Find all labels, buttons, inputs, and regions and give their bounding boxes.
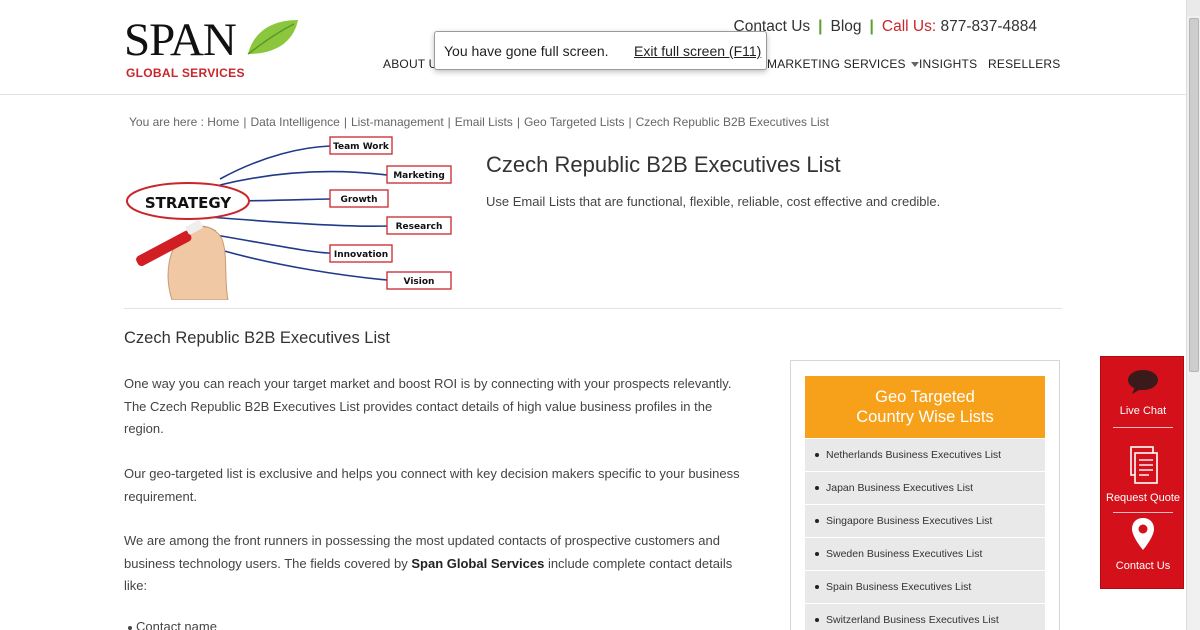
fullscreen-notification: You have gone full screen. Exit full scr… — [434, 31, 767, 70]
logo-wordmark: SPAN — [124, 14, 237, 66]
breadcrumb: You are here : Home | Data Intelligence | Li… — [129, 115, 830, 129]
blog-link[interactable]: Blog — [831, 18, 862, 35]
breadcrumb-data-intelligence[interactable]: Data Intelligence — [250, 115, 339, 129]
list-item-switzerland[interactable]: Switzerland Business Executives List — [805, 604, 1045, 630]
live-chat-label: Live Chat — [1119, 405, 1167, 417]
country-list: Netherlands Business Executives List Jap… — [805, 439, 1045, 630]
divider — [1113, 512, 1173, 513]
contact-us-button[interactable]: Contact Us — [1101, 517, 1185, 572]
geo-targeted-widget: Geo Targeted Country Wise Lists Netherla… — [790, 360, 1060, 630]
chevron-down-icon — [910, 62, 919, 68]
request-quote-button[interactable]: Request Quote — [1101, 445, 1185, 504]
company-name: Span Global Services — [411, 555, 545, 571]
breadcrumb-email-lists[interactable]: Email Lists — [455, 115, 513, 129]
label-innovation: Innovation — [334, 250, 388, 260]
page-title: Czech Republic B2B Executives List — [486, 152, 841, 177]
label-vision: Vision — [404, 277, 435, 287]
scroll-up-arrow-icon[interactable] — [1187, 0, 1200, 16]
breadcrumb-geo-targeted-lists[interactable]: Geo Targeted Lists — [524, 115, 625, 129]
paragraph-intro: One way you can reach your target market… — [124, 376, 732, 436]
phone-number[interactable]: 877-837-4884 — [940, 18, 1037, 35]
call-us-label: Call Us: — [881, 18, 937, 35]
document-icon — [1130, 446, 1158, 484]
widget-title-line2: Country Wise Lists — [856, 408, 994, 426]
content-heading: Czech Republic B2B Executives List — [124, 329, 390, 347]
nav-marketing-services[interactable]: MARKETING SERVICES — [767, 57, 919, 71]
paragraph-geo-targeted: Our geo-targeted list is exclusive and h… — [124, 466, 740, 504]
breadcrumb-current: Czech Republic B2B Executives List — [635, 115, 830, 129]
divider — [124, 308, 1062, 309]
leaf-icon — [247, 20, 298, 55]
logo-subtitle: GLOBAL SERVICES — [126, 66, 245, 80]
scrollbar-thumb[interactable] — [1189, 18, 1199, 372]
list-item-japan[interactable]: Japan Business Executives List — [805, 472, 1045, 505]
exit-fullscreen-link[interactable]: Exit full screen (F11) — [634, 43, 761, 59]
strategy-illustration: STRATEGY Team Work Marketing Growth Rese… — [126, 136, 452, 300]
top-links: Contact Us | Blog | Call Us: 877-837-4884 — [734, 18, 1038, 36]
breadcrumb-prefix: You are here : — [129, 115, 204, 129]
live-chat-button[interactable]: Live Chat — [1101, 369, 1185, 417]
label-marketing: Marketing — [393, 171, 445, 181]
chat-bubble-icon — [1128, 370, 1158, 394]
divider — [1113, 427, 1173, 428]
nav-marketing-label: MARKETING SERVICES — [767, 57, 906, 71]
breadcrumb-home[interactable]: Home — [207, 115, 239, 129]
strategy-label: STRATEGY — [145, 194, 232, 212]
list-item-spain[interactable]: Spain Business Executives List — [805, 571, 1045, 604]
list-item-netherlands[interactable]: Netherlands Business Executives List — [805, 439, 1045, 472]
label-growth: Growth — [340, 195, 377, 205]
breadcrumb-list-management[interactable]: List-management — [351, 115, 444, 129]
paragraph-front-runners: We are among the front runners in posses… — [124, 530, 744, 598]
vertical-scrollbar[interactable] — [1186, 0, 1200, 630]
fullscreen-message: You have gone full screen. — [444, 43, 609, 59]
label-research: Research — [396, 222, 443, 232]
list-item-sweden[interactable]: Sweden Business Executives List — [805, 538, 1045, 571]
widget-header: Geo Targeted Country Wise Lists — [805, 376, 1045, 438]
site-logo[interactable]: SPAN GLOBAL SERVICES — [124, 14, 304, 84]
page-subtitle: Use Email Lists that are functional, fle… — [486, 194, 941, 209]
contact-us-label: Contact Us — [1115, 560, 1171, 572]
top-link-separator: | — [869, 18, 874, 35]
label-team-work: Team Work — [333, 142, 390, 152]
request-quote-label: Request Quote — [1106, 492, 1180, 504]
location-pin-icon — [1132, 518, 1154, 550]
list-item: Contact name — [128, 619, 217, 630]
nav-insights[interactable]: INSIGHTS — [919, 57, 977, 71]
widget-title-line1: Geo Targeted — [875, 388, 975, 406]
top-link-separator: | — [818, 18, 823, 35]
floating-contact-bar: Live Chat Request Quote Contact Us — [1100, 356, 1184, 589]
list-item-singapore[interactable]: Singapore Business Executives List — [805, 505, 1045, 538]
nav-resellers[interactable]: RESELLERS — [988, 57, 1061, 71]
